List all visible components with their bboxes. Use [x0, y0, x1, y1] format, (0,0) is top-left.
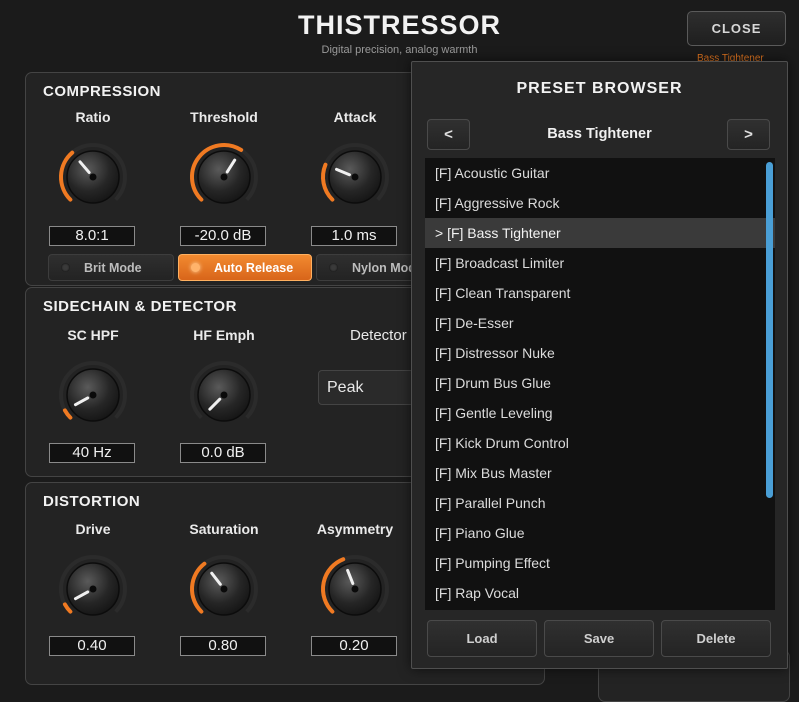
nylon-mode-led-icon: [329, 263, 338, 272]
preset-browser-title: PRESET BROWSER: [516, 80, 683, 97]
saturation-value[interactable]: 0.80: [180, 636, 266, 656]
brit-mode-led-icon: [61, 263, 70, 272]
asymmetry-knob[interactable]: [316, 550, 394, 628]
current-preset-name: Bass Tightener: [547, 126, 652, 142]
attack-label: Attack: [333, 109, 377, 125]
preset-list-item[interactable]: [F] Gentle Leveling: [425, 398, 775, 428]
threshold-value[interactable]: -20.0 dB: [180, 226, 266, 246]
preset-list-item[interactable]: [F] De-Esser: [425, 308, 775, 338]
threshold-label: Threshold: [190, 109, 258, 125]
brit-mode-toggle[interactable]: Brit Mode: [48, 254, 174, 281]
auto-release-toggle[interactable]: Auto Release: [178, 254, 312, 281]
attack-knob[interactable]: [316, 138, 394, 216]
knob-hub: [89, 173, 97, 181]
knob-value-arc: [62, 408, 73, 420]
ratio-value[interactable]: 8.0:1: [49, 226, 135, 246]
sidechain-title: SIDECHAIN & DETECTOR: [43, 298, 237, 315]
knob-hub: [89, 585, 97, 593]
delete-button[interactable]: Delete: [661, 620, 771, 657]
next-preset-button[interactable]: >: [727, 119, 770, 150]
auto-release-led-icon: [191, 263, 200, 272]
distortion-title: DISTORTION: [43, 493, 141, 510]
preset-list-item[interactable]: [F] Mix Bus Master: [425, 458, 775, 488]
asymmetry-label: Asymmetry: [316, 521, 394, 537]
preset-list-item[interactable]: [F] Aggressive Rock: [425, 188, 775, 218]
knob-hub: [89, 391, 97, 399]
detector-label: Detector: [350, 327, 407, 344]
preset-list-item[interactable]: [F] Acoustic Guitar: [425, 158, 775, 188]
sc-hpf-value[interactable]: 40 Hz: [49, 443, 135, 463]
hf-emph-label: HF Emph: [193, 327, 255, 343]
preset-list-item[interactable]: [F] Distressor Nuke: [425, 338, 775, 368]
save-button[interactable]: Save: [544, 620, 654, 657]
preset-list-item[interactable]: > [F] Bass Tightener: [425, 218, 775, 248]
ratio-label: Ratio: [75, 109, 111, 125]
close-button[interactable]: CLOSE: [687, 11, 786, 46]
load-button[interactable]: Load: [427, 620, 537, 657]
asymmetry-value[interactable]: 0.20: [311, 636, 397, 656]
drive-value[interactable]: 0.40: [49, 636, 135, 656]
auto-release-label: Auto Release: [214, 260, 294, 275]
threshold-knob[interactable]: [185, 138, 263, 216]
preset-list-item[interactable]: [F] Kick Drum Control: [425, 428, 775, 458]
nylon-mode-label: Nylon Mode: [352, 260, 416, 275]
drive-label: Drive: [75, 521, 111, 537]
nylon-mode-toggle[interactable]: Nylon Mode: [316, 254, 416, 281]
preset-list[interactable]: [F] Acoustic Guitar [F] Aggressive Rock > …: [425, 158, 775, 610]
preset-list-scrollbar[interactable]: [766, 162, 773, 498]
preset-list-item[interactable]: [F] Parallel Punch: [425, 488, 775, 518]
saturation-label: Saturation: [189, 521, 259, 537]
preset-list-item[interactable]: [F] Pumping Effect: [425, 548, 775, 578]
knob-value-arc: [62, 602, 73, 614]
sc-hpf-knob[interactable]: [54, 356, 132, 434]
knob-hub: [220, 173, 228, 181]
knob-hub: [220, 585, 228, 593]
preset-list-item[interactable]: [F] Clean Transparent: [425, 278, 775, 308]
preset-list-item[interactable]: [F] Piano Glue: [425, 518, 775, 548]
prev-preset-button[interactable]: <: [427, 119, 470, 150]
preset-list-item[interactable]: [F] Drum Bus Glue: [425, 368, 775, 398]
knob-hub: [220, 391, 228, 399]
preset-browser: PRESET BROWSER < Bass Tightener > [F] Ac…: [411, 61, 788, 669]
ratio-knob[interactable]: [54, 138, 132, 216]
preset-list-item[interactable]: [F] Broadcast Limiter: [425, 248, 775, 278]
knob-hub: [351, 585, 359, 593]
saturation-knob[interactable]: [185, 550, 263, 628]
attack-value[interactable]: 1.0 ms: [311, 226, 397, 246]
knob-hub: [351, 173, 359, 181]
plugin-subtitle: Digital precision, analog warmth: [321, 44, 478, 56]
brit-mode-label: Brit Mode: [84, 260, 142, 275]
sc-hpf-label: SC HPF: [67, 327, 119, 343]
plugin-title: THISTRESSOR: [297, 10, 502, 40]
hf-emph-knob[interactable]: [185, 356, 263, 434]
compression-title: COMPRESSION: [43, 83, 162, 100]
hf-emph-value[interactable]: 0.0 dB: [180, 443, 266, 463]
drive-knob[interactable]: [54, 550, 132, 628]
preset-list-item[interactable]: [F] Rap Vocal: [425, 578, 775, 608]
